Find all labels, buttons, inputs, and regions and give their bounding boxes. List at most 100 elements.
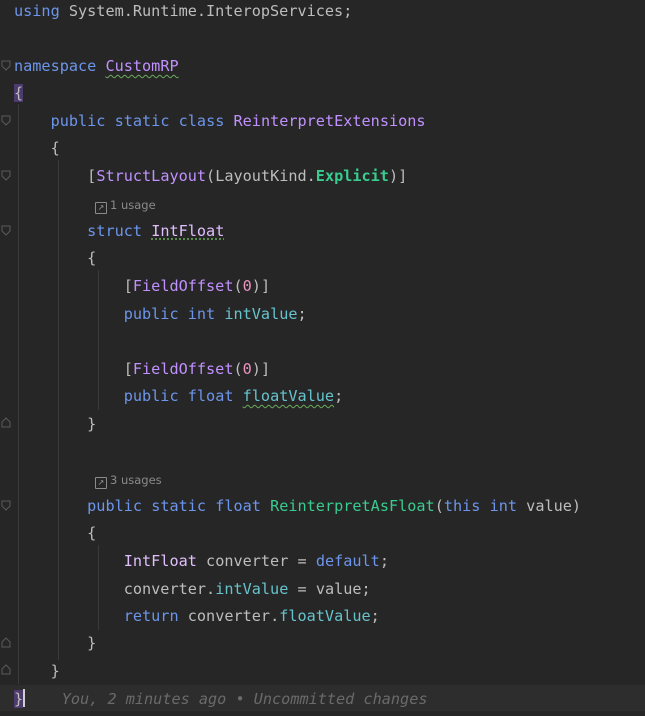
fold-icon[interactable]: [1, 664, 11, 675]
field-name: floatValue: [279, 607, 371, 625]
fold-icon[interactable]: [1, 170, 11, 181]
code-line[interactable]: {: [14, 136, 645, 160]
paren: (: [233, 277, 243, 295]
keyword: return: [123, 607, 179, 625]
dot: .: [206, 580, 216, 598]
brace: {: [87, 249, 97, 267]
keyword: public: [50, 112, 106, 130]
keyword: static: [114, 112, 170, 130]
brace: }: [87, 634, 97, 652]
keyword: float: [187, 387, 234, 405]
variable-name: converter: [123, 580, 207, 598]
field-name: intValue: [215, 580, 289, 598]
gutter: [0, 0, 12, 716]
code-line[interactable]: {: [14, 81, 645, 105]
bracket: [: [123, 360, 133, 378]
usages-text: 1 usage: [110, 198, 156, 212]
paren: ): [571, 497, 582, 515]
variable-name: converter: [187, 607, 271, 625]
keyword: class: [178, 112, 225, 130]
brace: {: [87, 524, 97, 542]
enum-value: Explicit: [315, 167, 389, 185]
brace: }: [50, 662, 60, 680]
brace: }: [87, 415, 97, 433]
semicolon: ;: [370, 607, 380, 625]
method-name: ReinterpretAsFloat: [270, 497, 435, 515]
code-line[interactable]: public float floatValue;: [14, 384, 645, 408]
paren: ): [251, 277, 261, 295]
external-link-icon: ↗: [95, 477, 107, 489]
code-line[interactable]: }: [14, 659, 645, 683]
paren: ): [251, 360, 261, 378]
semicolon: ;: [379, 552, 389, 570]
namespace-name: CustomRP: [105, 57, 179, 75]
number-literal: 0: [242, 277, 252, 295]
fold-icon[interactable]: [1, 60, 11, 71]
paren: (: [434, 497, 444, 515]
usages-hint[interactable]: ↗ 1 usage: [95, 196, 156, 214]
code-line[interactable]: using System.Runtime.InteropServices;: [14, 0, 645, 23]
code-line[interactable]: {: [14, 246, 645, 270]
code-line[interactable]: struct IntFloat: [14, 219, 645, 243]
field-name: floatValue: [242, 387, 335, 405]
code-line[interactable]: [FieldOffset(0)]: [14, 357, 645, 381]
paren: (: [206, 167, 216, 185]
operator: =: [297, 552, 307, 570]
keyword: static: [151, 497, 207, 515]
parameter-name: value: [526, 497, 572, 515]
code-line[interactable]: public int intValue;: [14, 302, 645, 326]
fold-icon[interactable]: [1, 115, 11, 126]
dot: .: [270, 607, 280, 625]
keyword: int: [489, 497, 518, 515]
variable-name: converter: [206, 552, 289, 570]
code-line[interactable]: namespace CustomRP: [14, 54, 645, 78]
keyword: this: [443, 497, 481, 515]
keyword: int: [187, 305, 216, 323]
brace: {: [14, 84, 24, 102]
attribute-name: FieldOffset: [132, 277, 234, 295]
bracket: ]: [398, 167, 408, 185]
keyword: public: [87, 497, 143, 515]
code-line[interactable]: [FieldOffset(0)]: [14, 274, 645, 298]
fold-icon[interactable]: [1, 225, 11, 236]
keyword: struct: [87, 222, 143, 240]
semicolon: ;: [343, 2, 353, 20]
semicolon: ;: [297, 305, 307, 323]
code-editor[interactable]: using System.Runtime.InteropServices; na…: [0, 0, 645, 716]
keyword: namespace: [14, 57, 97, 75]
field-name: intValue: [224, 305, 298, 323]
code-line[interactable]: }: [14, 412, 645, 436]
semicolon: ;: [361, 580, 371, 598]
code-line-current[interactable]: } You, 2 minutes ago • Uncommitted chang…: [14, 687, 645, 711]
brace: {: [50, 139, 60, 157]
parameter-name: value: [315, 580, 362, 598]
bracket: [: [123, 277, 133, 295]
paren: ): [388, 167, 399, 185]
usages-text: 3 usages: [110, 473, 162, 487]
keyword: default: [315, 552, 380, 570]
code-line[interactable]: [StructLayout(LayoutKind.Explicit)]: [14, 164, 645, 188]
code-line[interactable]: public static float ReinterpretAsFloat(t…: [14, 494, 645, 518]
type-name: LayoutKind: [215, 167, 307, 185]
keyword: using: [14, 2, 60, 20]
attribute-name: StructLayout: [96, 167, 207, 185]
usages-hint[interactable]: ↗ 3 usages: [95, 471, 162, 489]
struct-name: IntFloat: [151, 222, 225, 240]
code-line[interactable]: IntFloat converter = default;: [14, 549, 645, 573]
fold-icon[interactable]: [1, 500, 11, 511]
code-line[interactable]: {: [14, 521, 645, 545]
fold-icon[interactable]: [1, 637, 11, 648]
attribute-name: FieldOffset: [132, 360, 234, 378]
keyword: public: [123, 305, 179, 323]
code-line[interactable]: return converter.floatValue;: [14, 604, 645, 628]
code-line[interactable]: }: [14, 631, 645, 655]
keyword: float: [215, 497, 261, 515]
code-line[interactable]: converter.intValue = value;: [14, 577, 645, 601]
number-literal: 0: [242, 360, 252, 378]
external-link-icon: ↗: [95, 202, 107, 214]
type-name: IntFloat: [123, 552, 197, 570]
fold-icon[interactable]: [1, 417, 11, 428]
brace: }: [14, 690, 24, 708]
bracket: ]: [260, 277, 271, 295]
code-line[interactable]: public static class ReinterpretExtension…: [14, 109, 645, 133]
